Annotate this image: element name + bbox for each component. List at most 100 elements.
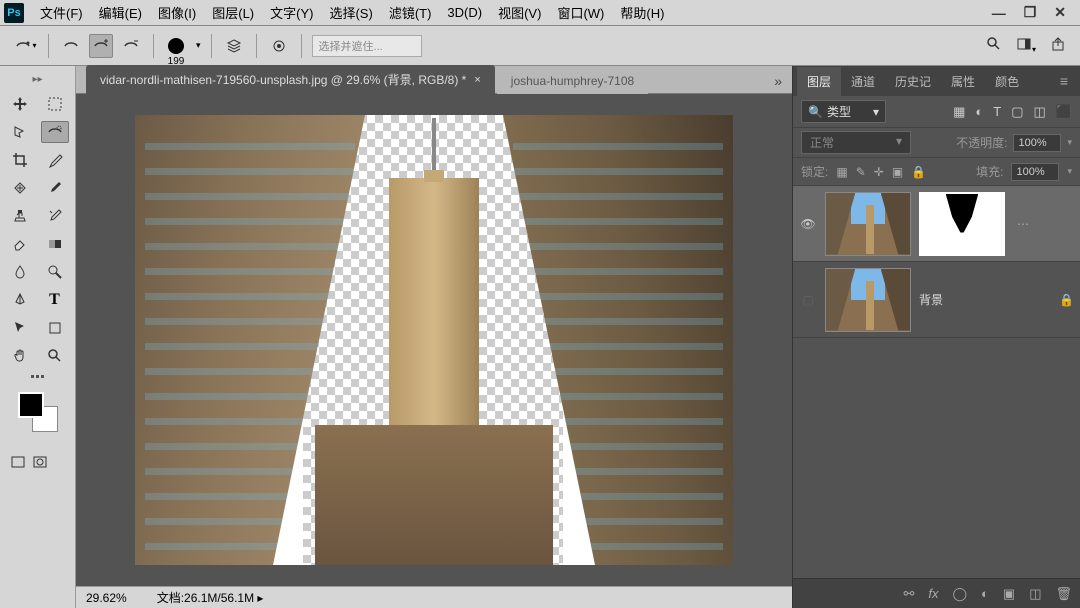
window-close-icon[interactable]: ✕ [1054, 4, 1066, 21]
layer-visibility-icon[interactable]: 👁 [799, 217, 817, 231]
layer-fx-icon[interactable]: fx [928, 586, 938, 601]
add-mask-icon[interactable]: ◯ [952, 586, 967, 602]
layer-mask-thumbnail[interactable] [919, 192, 1005, 256]
delete-layer-icon[interactable]: 🗑 [1055, 586, 1072, 602]
brush-tool[interactable] [41, 177, 69, 199]
enhance-edge-icon[interactable] [267, 34, 291, 58]
lock-label: 锁定: [801, 163, 828, 180]
dodge-tool[interactable] [41, 261, 69, 283]
blend-mode-select[interactable]: 正常 ▾ [801, 131, 911, 154]
share-icon[interactable] [1050, 36, 1066, 55]
toolbox-collapse-icon[interactable]: ▸▸ [6, 74, 69, 85]
zoom-level[interactable]: 29.62% [86, 591, 127, 605]
layer-thumbnail[interactable] [825, 268, 911, 332]
fill-input[interactable] [1011, 163, 1059, 181]
add-selection-icon[interactable] [89, 34, 113, 58]
clone-stamp-tool[interactable] [6, 205, 34, 227]
pen-tool[interactable] [6, 289, 34, 311]
filter-type-icon[interactable]: T [993, 104, 1001, 120]
link-layers-icon[interactable]: ⚯ [903, 586, 914, 602]
quick-mask-icon[interactable] [32, 454, 48, 473]
panel-tab-layers[interactable]: 图层 [797, 67, 841, 96]
filter-adjustment-icon[interactable]: ◐ [975, 104, 983, 120]
lock-all-icon[interactable]: 🔒 [911, 165, 926, 179]
doc-info[interactable]: 文档:26.1M/56.1M ▸ [157, 589, 264, 606]
hand-tool[interactable] [6, 345, 34, 367]
gradient-tool[interactable] [41, 233, 69, 255]
menu-view[interactable]: 视图(V) [490, 0, 549, 26]
zoom-tool[interactable] [41, 345, 69, 367]
screen-mode-icon[interactable] [10, 454, 26, 473]
healing-brush-tool[interactable] [6, 177, 34, 199]
search-icon[interactable] [986, 36, 1002, 55]
color-swatches[interactable] [18, 392, 58, 432]
lock-pixels-icon[interactable]: ▦ [836, 165, 847, 179]
filter-smart-icon[interactable]: ◫ [1034, 104, 1046, 120]
window-minimize-icon[interactable]: — [992, 5, 1006, 21]
blur-tool[interactable] [6, 261, 34, 283]
lasso-tool[interactable] [6, 121, 34, 143]
new-layer-icon[interactable]: ◫ [1029, 586, 1041, 602]
eraser-tool[interactable] [6, 233, 34, 255]
layer-thumbnail[interactable] [825, 192, 911, 256]
foreground-color[interactable] [18, 392, 44, 418]
panel-tab-history[interactable]: 历史记 [885, 67, 941, 96]
layers-panel-footer: ⚯ fx ◯ ◐ ▣ ◫ 🗑 [793, 578, 1080, 608]
tab-close-icon[interactable]: × [474, 74, 480, 86]
panel-menu-icon[interactable]: ≡ [1052, 69, 1076, 93]
window-maximize-icon[interactable]: ❐ [1024, 4, 1037, 21]
shape-tool[interactable] [41, 317, 69, 339]
select-and-mask-button[interactable]: 选择并遮住... [312, 35, 422, 57]
menu-filter[interactable]: 滤镜(T) [381, 0, 440, 26]
tabs-overflow-icon[interactable]: » [764, 69, 792, 93]
quick-selection-tool[interactable] [41, 121, 69, 143]
subtract-selection-icon[interactable] [119, 34, 143, 58]
layer-lock-row: 锁定: ▦ ✎ ✛ ▣ 🔒 填充: ▾ [793, 158, 1080, 186]
new-selection-icon[interactable] [59, 34, 83, 58]
marquee-tool[interactable] [41, 93, 69, 115]
lock-image-icon[interactable]: ✛ [874, 165, 884, 179]
new-group-icon[interactable]: ▣ [1003, 586, 1015, 602]
filter-shape-icon[interactable]: ▢ [1011, 104, 1023, 120]
layer-row-1[interactable]: ▢ 背景 🔒 [793, 262, 1080, 338]
menu-type[interactable]: 文字(Y) [262, 0, 321, 26]
workspace-icon[interactable]: ▾ [1016, 36, 1036, 55]
menu-image[interactable]: 图像(I) [150, 0, 204, 26]
layer-name-label[interactable]: 背景 [919, 291, 1051, 308]
filter-toggle-icon[interactable]: ⬛ [1056, 104, 1072, 120]
panel-tab-channels[interactable]: 通道 [841, 67, 885, 96]
layer-row-0[interactable]: 👁 ⋯ [793, 186, 1080, 262]
layer-visibility-icon[interactable]: ▢ [799, 293, 817, 307]
type-tool[interactable]: T [41, 289, 69, 311]
tab-inactive[interactable]: joshua-humphrey-7108 [497, 68, 648, 94]
history-brush-tool[interactable] [41, 205, 69, 227]
panel-tab-color[interactable]: 颜色 [985, 67, 1029, 96]
menu-select[interactable]: 选择(S) [321, 0, 380, 26]
layer-options-icon[interactable]: ⋯ [1013, 213, 1033, 235]
path-selection-tool[interactable] [6, 317, 34, 339]
filter-type-select[interactable]: 🔍类型▾ [801, 100, 886, 123]
adjustment-layer-icon[interactable]: ◐ [981, 586, 989, 601]
tool-preset-icon[interactable]: ▾ [14, 34, 38, 58]
menu-help[interactable]: 帮助(H) [612, 0, 672, 26]
sample-layers-icon[interactable] [222, 34, 246, 58]
menu-file[interactable]: 文件(F) [32, 0, 91, 26]
move-tool[interactable] [6, 93, 34, 115]
opacity-input[interactable] [1013, 134, 1061, 152]
eyedropper-tool[interactable] [41, 149, 69, 171]
lock-position-icon[interactable]: ✎ [856, 165, 866, 179]
menu-3d[interactable]: 3D(D) [439, 1, 490, 24]
filter-pixel-icon[interactable]: ▦ [953, 104, 965, 120]
canvas-viewport[interactable] [76, 94, 792, 586]
crop-tool[interactable] [6, 149, 34, 171]
lock-artboard-icon[interactable]: ▣ [892, 165, 903, 179]
menu-window[interactable]: 窗口(W) [549, 0, 612, 26]
artboard [135, 115, 733, 565]
layer-locked-icon: 🔒 [1059, 293, 1074, 307]
brush-preview[interactable]: 199 [164, 34, 188, 58]
menu-edit[interactable]: 编辑(E) [91, 0, 150, 26]
panel-tab-properties[interactable]: 属性 [941, 67, 985, 96]
tab-active[interactable]: vidar-nordli-mathisen-719560-unsplash.jp… [86, 65, 495, 94]
menu-layer[interactable]: 图层(L) [204, 0, 262, 26]
canvas-area: vidar-nordli-mathisen-719560-unsplash.jp… [76, 66, 792, 608]
